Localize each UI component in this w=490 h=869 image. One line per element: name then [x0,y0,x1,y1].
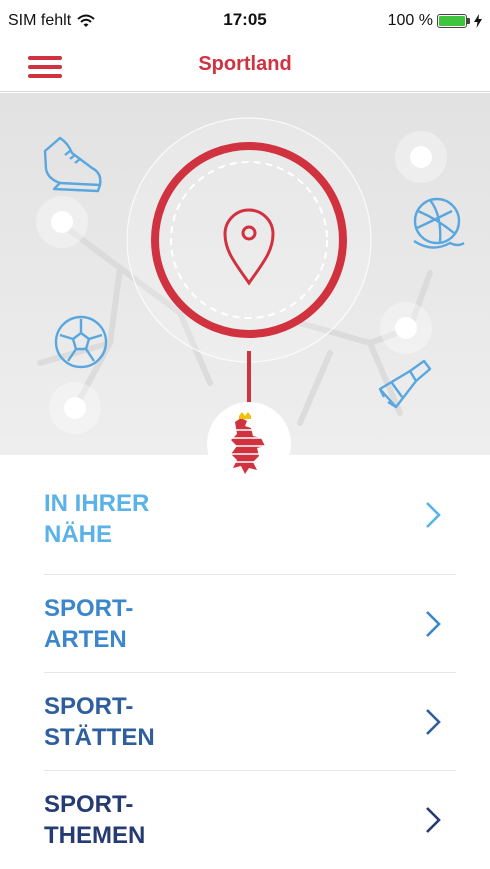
status-bar: SIM fehlt 17:05 100 % [0,0,490,40]
menu-item-sportstaetten[interactable]: SPORT- STÄTTEN [44,673,456,771]
battery-icon [437,14,470,28]
hessen-lion-crest [207,402,291,486]
soccer-ball-icon [54,315,108,369]
sneaker-icon [43,136,102,193]
chevron-right-icon [426,610,441,637]
menu-item-label: IN IHRER NÄHE [44,489,150,548]
page-title: Sportland [198,53,292,75]
nav-bar: Sportland [0,40,490,92]
battery-status: 100 % [388,12,482,30]
charging-icon [474,14,482,28]
menu-item-label: SPORT- THEMEN [44,791,146,849]
menu-item-sportthemen[interactable]: SPORT- THEMEN [44,771,456,869]
battery-percent: 100 % [387,12,433,29]
menu-item-label: SPORT- ARTEN [44,594,134,653]
menu-item-label: SPORT- STÄTTEN [44,692,155,751]
shuttlecock-icon [378,359,432,409]
chevron-right-icon [426,708,441,735]
menu-item-sportarten[interactable]: SPORT- ARTEN [44,575,456,673]
hero-illustration [0,93,490,455]
chevron-right-icon [426,807,441,833]
volleyball-icon [413,197,465,249]
main-menu: IN IHRER NÄHE SPORT- ARTEN SPORT- STÄTTE… [0,455,490,869]
chevron-right-icon [426,501,441,528]
